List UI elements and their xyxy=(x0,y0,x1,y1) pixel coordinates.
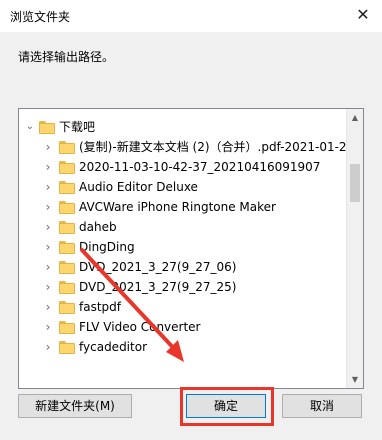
chevron-right-icon[interactable]: › xyxy=(43,157,53,177)
chevron-right-icon[interactable]: › xyxy=(43,197,53,217)
new-folder-button[interactable]: 新建文件夹(M) xyxy=(18,394,132,418)
tree-item-label: fastpdf xyxy=(79,300,121,314)
tree-item-label: AVCWare iPhone Ringtone Maker xyxy=(79,200,276,214)
tree-item-label: DVD_2021_3_27(9_27_06) xyxy=(79,260,237,274)
tree-item-root[interactable]: ⌄ 下载吧 xyxy=(19,117,348,137)
tree-item[interactable]: › DVD_2021_3_27(9_27_06) xyxy=(19,257,348,277)
close-icon[interactable]: ✕ xyxy=(354,4,372,26)
chevron-down-icon[interactable]: ⌄ xyxy=(25,117,35,137)
tree-item[interactable]: › fycadeditor xyxy=(19,337,348,357)
tree-item[interactable]: › DingDing xyxy=(19,237,348,257)
tree-item-label: daheb xyxy=(79,220,117,234)
scroll-down-icon[interactable]: ▼ xyxy=(347,371,363,388)
cancel-button[interactable]: 取消 xyxy=(282,394,362,418)
folder-icon xyxy=(59,181,75,194)
folder-icon xyxy=(59,341,75,354)
tree-item-label: FLV Video Converter xyxy=(79,320,201,334)
folder-icon xyxy=(59,201,75,214)
tree-item-label: DingDing xyxy=(79,240,135,254)
folder-tree[interactable]: ⌄ 下载吧 › (复制)-新建文本文档 (2)（合并）.pdf-2021-01-2… xyxy=(18,108,364,389)
prompt-text: 请选择输出路径。 xyxy=(18,50,115,64)
chevron-right-icon[interactable]: › xyxy=(43,257,53,277)
chevron-right-icon[interactable]: › xyxy=(43,177,53,197)
scroll-thumb[interactable] xyxy=(350,164,360,202)
title-bar: 浏览文件夹 ✕ xyxy=(0,0,382,32)
scroll-up-icon[interactable]: ▲ xyxy=(347,109,363,126)
tree-item-label: (复制)-新建文本文档 (2)（合并）.pdf-2021-01-25 xyxy=(79,140,348,154)
chevron-right-icon[interactable]: › xyxy=(43,317,53,337)
tree-item[interactable]: › (复制)-新建文本文档 (2)（合并）.pdf-2021-01-25 xyxy=(19,137,348,157)
tree-item[interactable]: › Audio Editor Deluxe xyxy=(19,177,348,197)
tree-item-label: Audio Editor Deluxe xyxy=(79,180,198,194)
tree-item-label: 2020-11-03-10-42-37_20210416091907 xyxy=(79,160,321,174)
vertical-scrollbar[interactable]: ▲ ▼ xyxy=(346,109,363,388)
folder-icon xyxy=(59,301,75,314)
folder-icon xyxy=(59,241,75,254)
tree-item[interactable]: › DVD_2021_3_27(9_27_25) xyxy=(19,277,348,297)
folder-icon xyxy=(59,281,75,294)
window-title: 浏览文件夹 xyxy=(10,10,71,24)
chevron-right-icon[interactable]: › xyxy=(43,237,53,257)
tree-item[interactable]: › AVCWare iPhone Ringtone Maker xyxy=(19,197,348,217)
chevron-right-icon[interactable]: › xyxy=(43,297,53,317)
tree-item[interactable]: › 2020-11-03-10-42-37_20210416091907 xyxy=(19,157,348,177)
tree-item-label: fycadeditor xyxy=(79,340,147,354)
tree-item[interactable]: › FLV Video Converter xyxy=(19,317,348,337)
tree-item-label: DVD_2021_3_27(9_27_25) xyxy=(79,280,237,294)
tree-item[interactable]: › daheb xyxy=(19,217,348,237)
chevron-right-icon[interactable]: › xyxy=(43,137,53,157)
tree-item-label: 下载吧 xyxy=(59,120,96,134)
folder-icon xyxy=(59,141,75,154)
annotation-highlight-box xyxy=(180,387,274,426)
folder-icon xyxy=(39,121,55,134)
chevron-right-icon[interactable]: › xyxy=(43,217,53,237)
dialog-body: 请选择输出路径。 ⌄ 下载吧 › (复制)-新建文本文档 (2)（合并）.pdf-… xyxy=(0,32,382,440)
tree-item[interactable]: › fastpdf xyxy=(19,297,348,317)
tree-viewport: ⌄ 下载吧 › (复制)-新建文本文档 (2)（合并）.pdf-2021-01-2… xyxy=(19,109,348,388)
folder-icon xyxy=(59,261,75,274)
chevron-right-icon[interactable]: › xyxy=(43,337,53,357)
folder-icon xyxy=(59,221,75,234)
folder-icon xyxy=(59,161,75,174)
chevron-right-icon[interactable]: › xyxy=(43,277,53,297)
folder-icon xyxy=(59,321,75,334)
